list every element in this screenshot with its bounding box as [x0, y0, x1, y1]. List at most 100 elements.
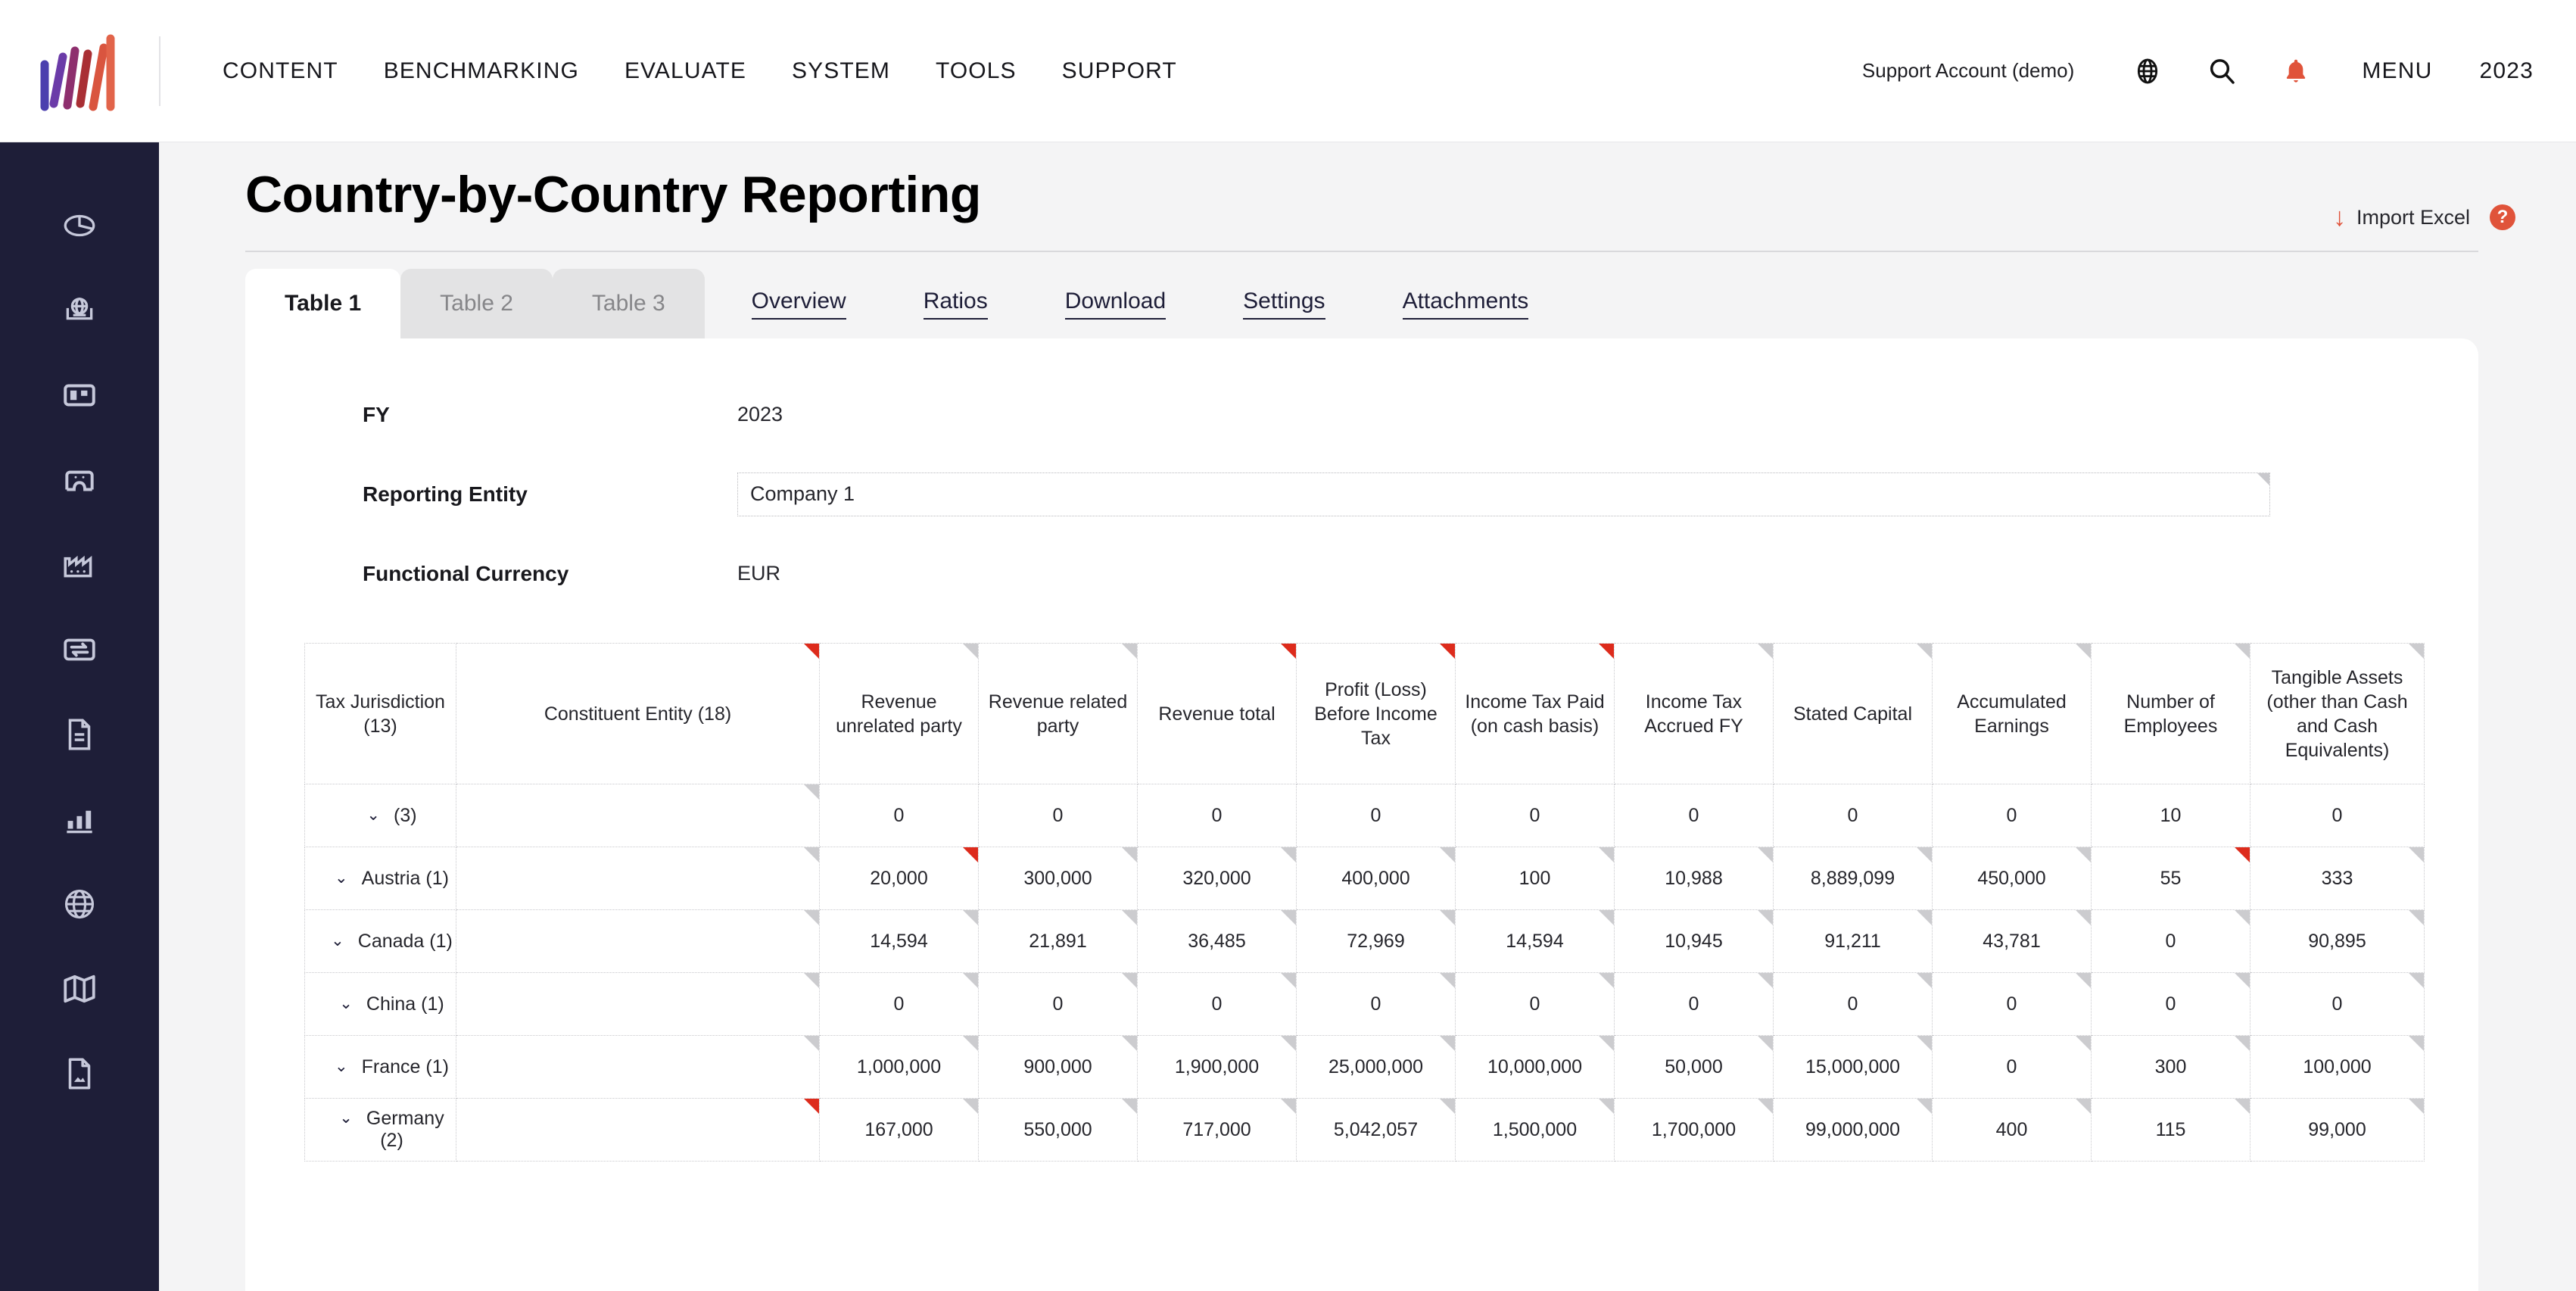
app-logo[interactable]	[0, 0, 159, 142]
cell-value[interactable]: 0	[2091, 909, 2250, 973]
cell-value[interactable]: 90,895	[2250, 909, 2425, 973]
cell-value[interactable]: 400	[1932, 1098, 2092, 1162]
cell-value[interactable]: 167,000	[819, 1098, 979, 1162]
cell-value[interactable]: 717,000	[1137, 1098, 1297, 1162]
nav-item-benchmarking[interactable]: BENCHMARKING	[361, 58, 602, 84]
cell-value[interactable]: 14,594	[819, 909, 979, 973]
table-row[interactable]: ⌄ China (1) 0 0 0 0 0 0 0 0 0 0	[304, 972, 2425, 1036]
chevron-down-icon[interactable]: ⌄	[339, 994, 353, 1013]
column-header-number-of-employees[interactable]: Number of Employees	[2091, 643, 2250, 784]
import-excel-button[interactable]: ↓ Import Excel	[2333, 204, 2470, 230]
cell-value[interactable]: 14,594	[1455, 909, 1615, 973]
cell-value[interactable]: 10	[2091, 784, 2250, 847]
nav-item-support[interactable]: SUPPORT	[1039, 58, 1200, 84]
cell-value[interactable]: 0	[1137, 972, 1297, 1036]
nav-item-system[interactable]: SYSTEM	[769, 58, 913, 84]
cell-tax-jurisdiction[interactable]: ⌄ Germany (2)	[304, 1098, 456, 1162]
cell-value[interactable]: 320,000	[1137, 847, 1297, 910]
tab-table-2[interactable]: Table 2	[400, 269, 553, 338]
cell-value[interactable]: 20,000	[819, 847, 979, 910]
table-row[interactable]: ⌄ Austria (1) 20,000 300,000 320,000 400,000 1…	[304, 847, 2425, 910]
cell-value[interactable]: 99,000,000	[1773, 1098, 1933, 1162]
sidebar-item-board[interactable]	[0, 354, 159, 439]
cell-value[interactable]: 1,700,000	[1614, 1098, 1774, 1162]
chevron-down-icon[interactable]: ⌄	[335, 1057, 348, 1076]
cell-value[interactable]: 333	[2250, 847, 2425, 910]
cell-tax-jurisdiction[interactable]: ⌄ Austria (1)	[304, 847, 456, 910]
link-attachments[interactable]: Attachments	[1372, 269, 1559, 338]
cell-value[interactable]: 8,889,099	[1773, 847, 1933, 910]
sidebar-item-dashboard[interactable]	[0, 185, 159, 270]
table-row[interactable]: ⌄ France (1) 1,000,000 900,000 1,900,000 25,0…	[304, 1035, 2425, 1099]
column-header-income-tax-accrued-fy[interactable]: Income Tax Accrued FY	[1614, 643, 1774, 784]
cell-tax-jurisdiction[interactable]: ⌄ (3)	[304, 784, 456, 847]
cell-value[interactable]: 15,000,000	[1773, 1035, 1933, 1099]
cell-constituent-entity[interactable]	[456, 784, 820, 847]
sidebar-item-structure[interactable]	[0, 439, 159, 524]
column-header-revenue-total[interactable]: Revenue total	[1137, 643, 1297, 784]
chevron-down-icon[interactable]: ⌄	[331, 931, 344, 950]
table-row[interactable]: ⌄ Canada (1) 14,594 21,891 36,485 72,969 14,59…	[304, 909, 2425, 973]
cell-value[interactable]: 0	[1137, 784, 1297, 847]
sidebar-item-documents[interactable]	[0, 694, 159, 778]
column-header-revenue-related-party[interactable]: Revenue related party	[978, 643, 1138, 784]
cell-value[interactable]: 1,000,000	[819, 1035, 979, 1099]
cell-value[interactable]: 55	[2091, 847, 2250, 910]
nav-item-content[interactable]: CONTENT	[200, 58, 361, 84]
chevron-down-icon[interactable]: ⌄	[335, 868, 348, 887]
cell-value[interactable]: 300	[2091, 1035, 2250, 1099]
column-header-tax-jurisdiction-13[interactable]: Tax Jurisdiction (13)	[304, 643, 456, 784]
cell-constituent-entity[interactable]	[456, 847, 820, 910]
link-download[interactable]: Download	[1035, 269, 1196, 338]
cell-value[interactable]: 25,000,000	[1296, 1035, 1456, 1099]
table-row[interactable]: ⌄ Germany (2) 167,000 550,000 717,000 5,042,0…	[304, 1098, 2425, 1162]
cell-value[interactable]: 550,000	[978, 1098, 1138, 1162]
cell-value[interactable]: 115	[2091, 1098, 2250, 1162]
link-settings[interactable]: Settings	[1213, 269, 1355, 338]
column-header-income-tax-paid-on-cash-basis[interactable]: Income Tax Paid (on cash basis)	[1455, 643, 1615, 784]
sidebar-item-operations[interactable]	[0, 524, 159, 609]
nav-item-evaluate[interactable]: EVALUATE	[602, 58, 769, 84]
cell-value[interactable]: 91,211	[1773, 909, 1933, 973]
bell-icon[interactable]	[2272, 48, 2319, 95]
cell-value[interactable]: 0	[1773, 972, 1933, 1036]
sidebar-item-countries[interactable]	[0, 863, 159, 948]
cell-value[interactable]: 5,042,057	[1296, 1098, 1456, 1162]
cell-constituent-entity[interactable]	[456, 972, 820, 1036]
cell-value[interactable]: 0	[1932, 972, 2092, 1036]
tab-table-1[interactable]: Table 1	[245, 269, 401, 338]
cell-value[interactable]: 0	[1455, 784, 1615, 847]
column-header-profit-loss-before-income-tax[interactable]: Profit (Loss) Before Income Tax	[1296, 643, 1456, 784]
cell-value[interactable]: 0	[819, 784, 979, 847]
cell-value[interactable]: 36,485	[1137, 909, 1297, 973]
cell-value[interactable]: 1,900,000	[1137, 1035, 1297, 1099]
cell-value[interactable]: 99,000	[2250, 1098, 2425, 1162]
cell-value[interactable]: 0	[1614, 972, 1774, 1036]
cell-value[interactable]: 0	[2250, 972, 2425, 1036]
cell-constituent-entity[interactable]	[456, 909, 820, 973]
sidebar-item-map[interactable]	[0, 948, 159, 1033]
sidebar-item-media[interactable]	[0, 1033, 159, 1118]
column-header-stated-capital[interactable]: Stated Capital	[1773, 643, 1933, 784]
cell-value[interactable]: 10,945	[1614, 909, 1774, 973]
cell-value[interactable]: 10,988	[1614, 847, 1774, 910]
cell-value[interactable]: 450,000	[1932, 847, 2092, 910]
sidebar-item-global-entities[interactable]	[0, 270, 159, 354]
cell-value[interactable]: 100	[1455, 847, 1615, 910]
cell-value[interactable]: 72,969	[1296, 909, 1456, 973]
link-overview[interactable]: Overview	[721, 269, 877, 338]
column-header-accumulated-earnings[interactable]: Accumulated Earnings	[1932, 643, 2092, 784]
cell-value[interactable]: 0	[1296, 972, 1456, 1036]
link-ratios[interactable]: Ratios	[893, 269, 1018, 338]
globe-icon[interactable]	[2124, 48, 2171, 95]
chevron-down-icon[interactable]: ⌄	[339, 1109, 353, 1127]
cell-value[interactable]: 0	[1296, 784, 1456, 847]
cell-value[interactable]: 10,000,000	[1455, 1035, 1615, 1099]
search-icon[interactable]	[2198, 48, 2245, 95]
nav-item-tools[interactable]: TOOLS	[913, 58, 1039, 84]
cell-tax-jurisdiction[interactable]: ⌄ China (1)	[304, 972, 456, 1036]
sidebar-item-reports[interactable]	[0, 778, 159, 863]
cell-tax-jurisdiction[interactable]: ⌄ France (1)	[304, 1035, 456, 1099]
cell-value[interactable]: 900,000	[978, 1035, 1138, 1099]
cell-value[interactable]: 0	[1932, 784, 2092, 847]
